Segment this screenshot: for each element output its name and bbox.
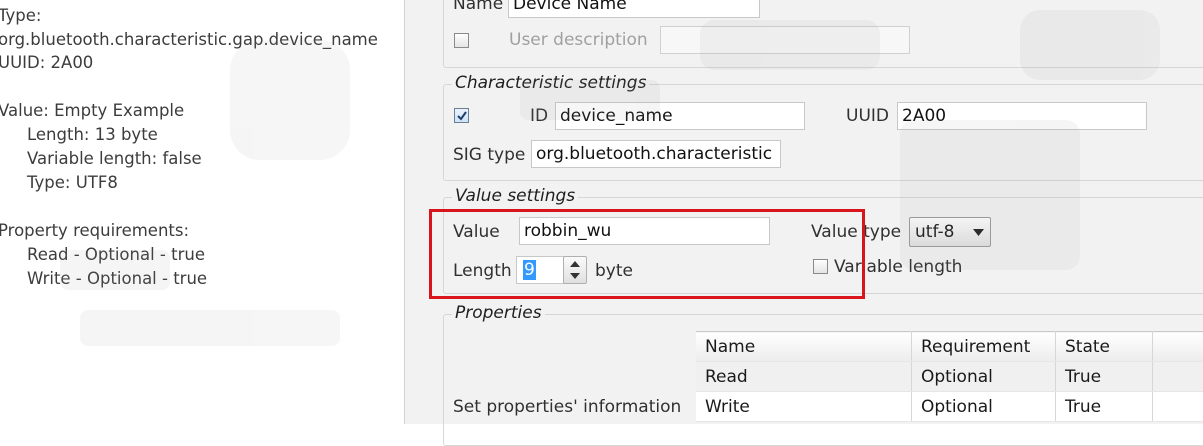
checkmark-icon	[456, 110, 468, 122]
properties-table: Name Requirement State Read Optional Tru…	[696, 331, 1203, 422]
set-properties-info-label: Set properties' information	[453, 397, 681, 417]
property-name-cell[interactable]: Write	[696, 392, 912, 422]
value-type-label: Value type	[811, 222, 901, 242]
id-label: ID	[530, 106, 548, 126]
value-type-select[interactable]: utf-8	[909, 217, 991, 247]
spinner-up-icon[interactable]	[570, 261, 580, 267]
uuid-field[interactable]: 2A00	[897, 102, 1147, 130]
property-state-cell[interactable]: True	[1056, 362, 1153, 392]
characteristic-settings-title: Characteristic settings	[452, 73, 649, 93]
column-header-state[interactable]: State	[1056, 332, 1153, 362]
property-requirement-cell[interactable]: Optional	[912, 362, 1056, 392]
value-label: Value	[453, 222, 500, 242]
table-row[interactable]: Read Optional True	[696, 362, 1203, 392]
property-line-write: Write - Optional - true	[27, 269, 207, 288]
sig-type-label: SIG type	[453, 145, 525, 165]
type-label: Type:	[0, 6, 41, 25]
user-description-checkbox[interactable]	[454, 33, 469, 48]
value-field[interactable]: robbin_wu	[519, 217, 770, 245]
value-line: Value: Empty Example	[0, 101, 184, 120]
type-value: org.bluetooth.characteristic.gap.device_…	[0, 30, 378, 49]
length-label: Length	[453, 261, 512, 281]
uuid-label: UUID	[846, 106, 889, 126]
property-name-cell[interactable]: Read	[696, 362, 912, 392]
filler-cell	[1153, 362, 1203, 392]
properties-title: Properties	[452, 303, 545, 323]
chevron-down-icon	[973, 229, 984, 236]
table-row[interactable]: Write Optional True	[696, 392, 1203, 422]
name-label: Name	[453, 0, 503, 14]
length-field[interactable]: 9	[516, 256, 564, 284]
sig-type-field[interactable]: org.bluetooth.characteristic	[531, 140, 781, 168]
filler-cell	[1153, 392, 1203, 422]
length-unit: byte	[595, 261, 633, 281]
property-line-read: Read - Optional - true	[27, 245, 205, 264]
property-requirements-label: Property requirements:	[0, 221, 189, 240]
value-settings-title: Value settings	[452, 186, 578, 206]
type-line: Type: UTF8	[27, 173, 118, 192]
length-spinner[interactable]	[563, 256, 587, 284]
id-checkbox[interactable]	[454, 108, 469, 123]
property-requirement-cell[interactable]: Optional	[912, 392, 1056, 422]
column-header-filler	[1153, 332, 1203, 362]
name-field[interactable]: Device Name	[508, 0, 760, 18]
spinner-down-icon[interactable]	[570, 273, 580, 279]
value-type-selected: utf-8	[915, 222, 954, 242]
user-description-field[interactable]	[660, 26, 910, 54]
variable-length-line: Variable length: false	[27, 149, 202, 168]
user-description-label: User description	[509, 30, 648, 50]
variable-length-checkbox[interactable]	[813, 259, 828, 274]
length-value-selected: 9	[523, 260, 536, 280]
variable-length-label: Variable length	[834, 257, 962, 277]
id-field[interactable]: device_name	[555, 102, 805, 130]
column-header-name[interactable]: Name	[696, 332, 912, 362]
characteristic-info-panel: Type: org.bluetooth.characteristic.gap.d…	[0, 0, 405, 424]
column-header-requirement[interactable]: Requirement	[912, 332, 1056, 362]
uuid-line: UUID: 2A00	[0, 53, 93, 72]
length-line: Length: 13 byte	[27, 125, 158, 144]
property-state-cell[interactable]: True	[1056, 392, 1153, 422]
table-header-row: Name Requirement State	[696, 332, 1203, 362]
